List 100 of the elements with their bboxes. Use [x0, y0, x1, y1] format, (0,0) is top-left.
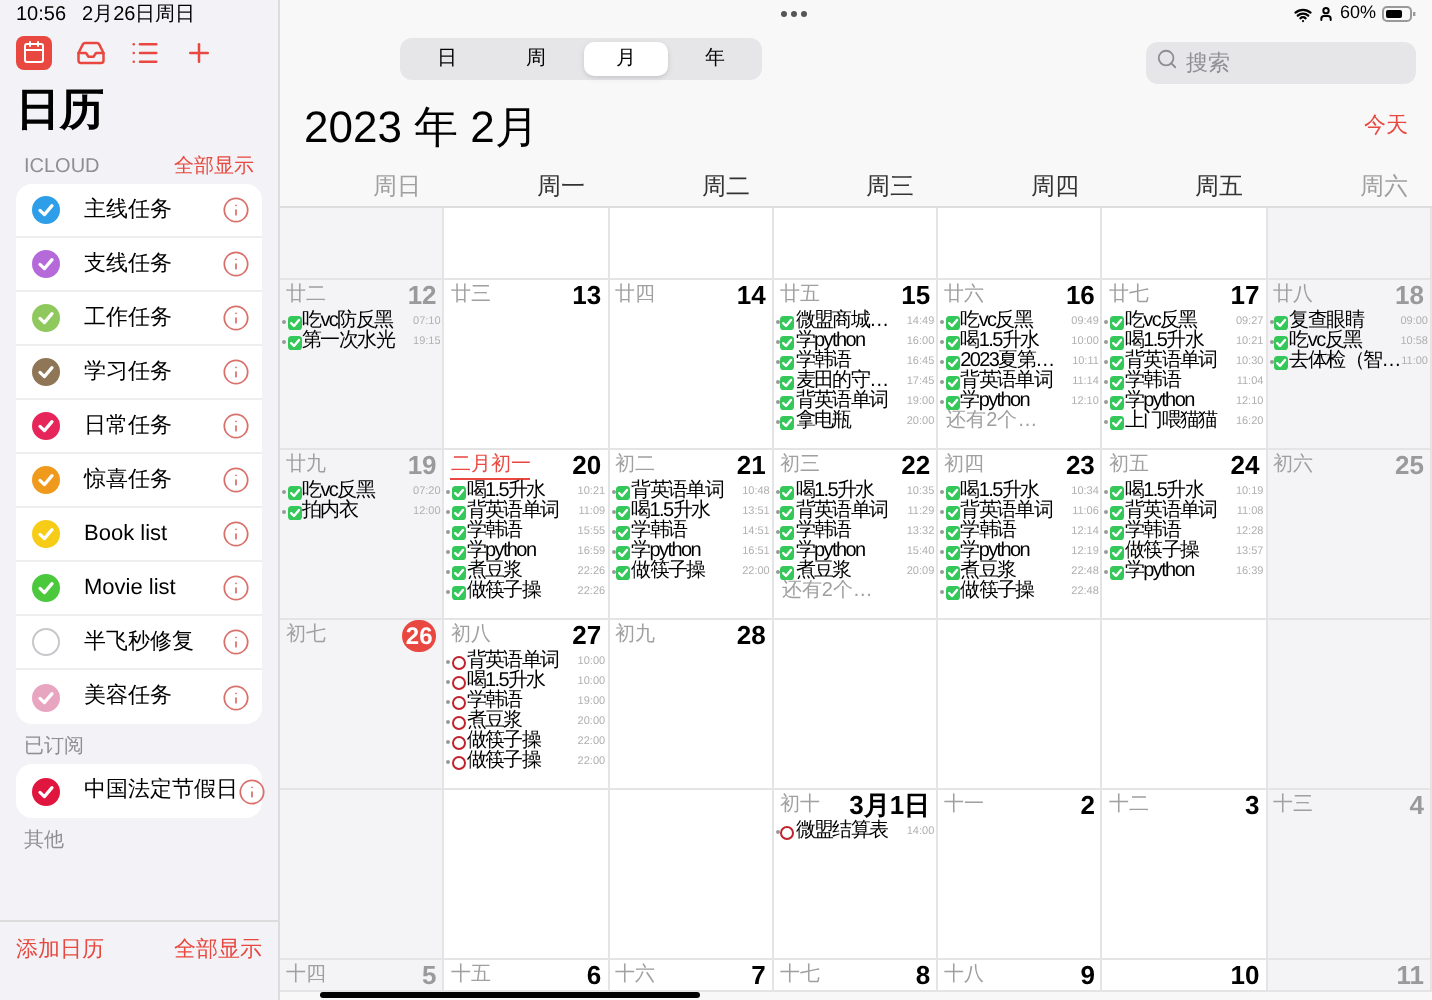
lunar-date: 廿九: [286, 453, 326, 479]
event-title: 喝1.5升水: [466, 482, 545, 502]
info-icon[interactable]: [222, 520, 250, 548]
event-title: 做筷子操: [466, 732, 541, 752]
event-title: 麦田的守…: [795, 372, 888, 392]
month-title: 2023 年 2月: [304, 99, 539, 155]
day-number: 6: [586, 960, 602, 990]
calendar-checkbox[interactable]: [32, 304, 60, 332]
event-title: 学python: [960, 392, 1030, 412]
lunar-date: 十二: [1108, 793, 1149, 819]
event-title: 学韩语: [1124, 522, 1181, 542]
info-icon[interactable]: [222, 196, 250, 224]
lunar-date: 初三: [779, 453, 820, 479]
day-number: 3月1日: [849, 790, 931, 821]
calendar-name: Movie list: [84, 573, 178, 604]
view-tab[interactable]: 年: [672, 41, 758, 75]
event-title: 背英语单词: [631, 482, 724, 502]
event-title: 喝1.5升水: [1124, 482, 1204, 502]
calendar-checkbox[interactable]: [32, 574, 60, 602]
info-icon[interactable]: [222, 358, 250, 386]
event-title: 学韩语: [466, 522, 522, 542]
lunar-date: 初二: [615, 453, 656, 479]
calendar-checkbox[interactable]: [32, 628, 60, 656]
calendar-name: 主线任务: [84, 195, 174, 226]
lunar-date: 初六: [1273, 453, 1314, 479]
event-title: 做筷子操: [466, 752, 541, 772]
day-cell[interactable]: 十六 7: [609, 960, 774, 992]
day-number: 13: [572, 280, 602, 315]
add-icon[interactable]: [184, 37, 214, 67]
day-cell[interactable]: 十一 2: [938, 790, 1103, 960]
search-field[interactable]: 搜索: [1146, 42, 1416, 84]
inbox-icon[interactable]: [76, 37, 106, 67]
event-title: 喝1.5升水: [1124, 332, 1204, 352]
calendar-name: 中国法定节假日: [84, 775, 238, 807]
event-title: 煮豆浆: [960, 562, 1016, 582]
view-tab[interactable]: 周: [493, 41, 579, 75]
day-number: 5: [422, 960, 437, 990]
event-title: 第一次水光: [302, 332, 395, 352]
day-cell[interactable]: 十八 9: [938, 960, 1103, 992]
calendar-checkbox[interactable]: [32, 196, 60, 224]
day-number: 4: [1409, 790, 1424, 825]
calendar-checkbox[interactable]: [32, 250, 60, 278]
lunar-date: 廿四: [615, 283, 656, 309]
info-icon[interactable]: [222, 628, 250, 656]
event-title: 背英语单词: [795, 502, 888, 522]
day-cell[interactable]: 十五 6: [444, 960, 610, 992]
event-title: 喝1.5升水: [466, 672, 545, 692]
weekday-label: 周二: [699, 170, 752, 204]
battery-percent: 60%: [1339, 0, 1376, 27]
calendar-checkbox[interactable]: [32, 466, 60, 494]
day-cell[interactable]: 廿三 13: [444, 280, 610, 450]
event-title: 学python: [795, 332, 865, 352]
day-cell[interactable]: 十七 8: [773, 960, 939, 992]
today-button[interactable]: 今天: [1364, 109, 1408, 143]
calendar-icon[interactable]: [16, 35, 52, 69]
calendar-checkbox[interactable]: [32, 412, 60, 440]
day-cell[interactable]: 十二 3: [1102, 790, 1268, 960]
day-number: 17: [1230, 280, 1260, 315]
list-icon[interactable]: [130, 37, 160, 67]
day-cell[interactable]: 10: [1102, 960, 1268, 992]
info-icon[interactable]: [222, 683, 250, 711]
lunar-date: 初十: [779, 793, 820, 819]
day-number: 22: [901, 450, 931, 485]
event-title: 学韩语: [631, 522, 687, 542]
day-number: 28: [736, 620, 766, 655]
lunar-date: 廿五: [779, 283, 820, 309]
event-title: 去体检（智…: [1289, 352, 1400, 372]
calendar-name: 惊喜任务: [84, 465, 174, 496]
info-icon[interactable]: [222, 466, 250, 494]
calendar-checkbox[interactable]: [32, 683, 60, 711]
view-tab[interactable]: 日: [404, 41, 490, 75]
event-title: 做筷子操: [960, 582, 1034, 602]
day-number: 21: [736, 450, 766, 485]
calendar-checkbox[interactable]: [32, 777, 60, 805]
lunar-date: 廿二: [286, 283, 326, 309]
calendar-name: 半飞秒修复: [84, 627, 196, 658]
status-time: 10:56: [16, 1, 67, 29]
event-title: 2023夏第…: [960, 352, 1054, 372]
lunar-date: 初五: [1108, 453, 1149, 479]
info-icon[interactable]: [222, 574, 250, 602]
day-cell[interactable]: 初九 28: [609, 620, 774, 790]
event-title: 背英语单词: [466, 502, 559, 522]
day-cell[interactable]: 廿四 14: [609, 280, 774, 450]
multitask-dots-icon[interactable]: [780, 10, 809, 18]
day-cell[interactable]: 初七 26: [280, 620, 445, 790]
day-number: 24: [1230, 450, 1260, 485]
event-title: 背英语单词: [795, 392, 888, 412]
info-icon[interactable]: [238, 777, 266, 805]
calendar-checkbox[interactable]: [32, 358, 60, 386]
view-tab[interactable]: 月: [583, 41, 669, 75]
event-title: 做筷子操: [1124, 542, 1199, 562]
info-icon[interactable]: [222, 250, 250, 278]
event-title: 学python: [1124, 392, 1194, 412]
lunar-date: 廿六: [944, 283, 985, 309]
info-icon[interactable]: [222, 304, 250, 332]
wifi-icon: [1293, 5, 1312, 23]
info-icon[interactable]: [222, 412, 250, 440]
day-number: 9: [1080, 960, 1095, 990]
event-title: 背英语单词: [1124, 502, 1217, 522]
event-title: 学韩语: [960, 522, 1016, 542]
